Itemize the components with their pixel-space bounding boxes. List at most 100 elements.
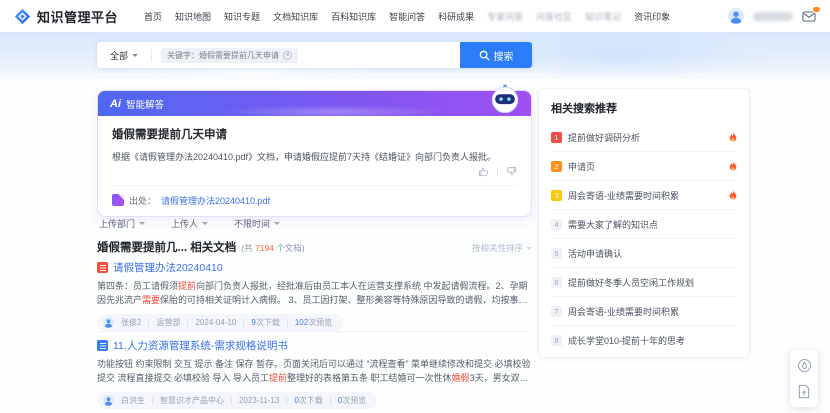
filter-label: 不限时间 [234,217,270,230]
user-avatar[interactable] [728,8,744,24]
nav-doc-library[interactable]: 文档知识库 [273,10,318,23]
ai-card-header: Ai 智能解答 [98,91,531,116]
nav-research-results[interactable]: 科研成果 [438,10,474,23]
filter-time[interactable]: 不限时间 [234,217,280,230]
nav-knowledge-notes[interactable]: 知识笔记 [585,10,621,23]
rank-badge: 1 [551,132,562,143]
sort-select[interactable]: 按相关性排序 [472,242,532,254]
filter-label: 上传部门 [99,217,135,230]
results-title: 婚假需要提前几... 相关文档 [97,239,236,255]
related-search-item[interactable]: 7 周会寄语-业绩需要时间积累 [551,296,737,325]
related-search-item[interactable]: 8 成长学堂010-提前十年的思考 [551,325,737,354]
view-count-label: 次预览 [342,396,366,405]
keyword-tag[interactable]: 关键字：婚假需要提前几天申请 × [161,48,298,63]
snippet-highlight: 需要 [142,295,160,305]
flame-icon [729,161,737,171]
page: 知识管理平台 首页 知识地图 知识专题 文档知识库 百科知识库 智能问答 科研成… [0,0,830,413]
top-bar: 知识管理平台 首页 知识地图 知识专题 文档知识库 百科知识库 智能问答 科研成… [0,0,830,32]
result-snippet: 第四条：员工请假须提前向部门负责人报批，经批准后由员工本人在运营支撑系统 中发起… [97,279,532,307]
thumbs-down-icon[interactable] [506,166,517,177]
rank-badge: 5 [551,248,562,259]
view-count-value: 102 [295,318,308,327]
results-header: 婚假需要提前几... 相关文档 (共 7194 个文档) 按相关性排序 [97,239,532,255]
nav-wiki-library[interactable]: 百科知识库 [331,10,376,23]
related-search-label: 成长学堂010-提前十年的思考 [568,334,737,347]
ai-card-title: 智能解答 [126,97,164,111]
count-value: 7194 [255,243,274,253]
result-meta: 白洪生 智慧识才产品中心 2023-11-13 0次下载 0次预览 [97,392,377,409]
nav-smart-qa[interactable]: 智能问答 [389,10,425,23]
download-count: 0次下载 [294,395,322,406]
notification-badge [812,6,821,13]
nav-expert-qa[interactable]: 专家问答 [487,10,523,23]
related-search-item[interactable]: 2 申请页 [551,151,737,180]
result-title-row: 11.人力资源管理系统-需求规格说明书 [97,338,532,353]
divider [330,397,331,405]
related-search-item[interactable]: 3 周会寄语-业绩需要时间积累 [551,180,737,209]
snippet-text: 第四条：员工请假须 [97,281,178,291]
keyword-tag-label: 关键字：婚假需要提前几天申请 [167,50,279,61]
nav-news-impression[interactable]: 资讯印象 [634,10,670,23]
robot-mascot-icon [489,82,521,119]
author-name: 白洪生 [121,395,145,406]
rank-badge: 2 [551,161,562,172]
rank-badge: 6 [551,277,562,288]
search-icon [479,50,490,61]
related-search-item[interactable]: 1 提前做好调研分析 [551,123,737,151]
ai-question: 婚假需要提前几天申请 [112,126,517,142]
search-scope-select[interactable]: 全部 [97,49,151,62]
filter-row: 上传部门 上传人 不限时间 [99,217,280,230]
ai-badge: Ai [110,98,121,110]
chevron-down-icon [139,222,145,225]
result-title-link[interactable]: 11.人力资源管理系统-需求规格说明书 [113,338,288,353]
related-search-item[interactable]: 4 需要大家了解的知识点 [551,209,737,238]
view-count: 0次预览 [338,395,366,406]
filter-uploader[interactable]: 上传人 [171,217,208,230]
related-search-label: 提前做好调研分析 [568,131,723,144]
related-search-panel: 相关搜索推荐 1 提前做好调研分析 2 申请页 3 周会寄语-业绩需要时间积累 … [538,88,750,358]
result-item: 11.人力资源管理系统-需求规格说明书 功能按钮 约束限制 交互 提示 备注 保… [97,338,532,411]
divider [187,319,188,327]
app-logo[interactable]: 知识管理平台 [14,7,118,26]
search-input[interactable]: 关键字：婚假需要提前几天申请 × [152,42,460,68]
divider [286,397,287,405]
divider [243,319,244,327]
nav-home[interactable]: 首页 [144,10,162,23]
chevron-down-icon [202,222,208,225]
snippet-highlight: 提前 [269,373,287,383]
result-snippet: 功能按钮 约束限制 交互 提示 备注 保存 暂存。页面关闭后可以通过 “流程查看… [97,357,532,385]
nav-knowledge-map[interactable]: 知识地图 [175,10,211,23]
pdf-file-icon [97,262,108,273]
related-search-item[interactable]: 5 活动申请确认 [551,238,737,267]
count-prefix: (共 [241,243,255,253]
messages-button[interactable] [802,10,816,22]
snippet-highlight: 婚假 [452,373,470,383]
filter-label: 上传人 [171,217,198,230]
thumbs-up-icon[interactable] [478,166,489,177]
logo-icon [14,8,31,25]
author-avatar [103,395,114,406]
upload-document-icon[interactable] [797,384,811,399]
sort-label: 按相关性排序 [472,242,523,254]
flame-icon [729,132,737,142]
search-scope-value: 全部 [110,49,128,62]
nav-qa-community[interactable]: 问答社区 [536,10,572,23]
filter-upload-department[interactable]: 上传部门 [99,217,145,230]
related-search-label: 周会寄语-业绩需要时间积累 [568,305,737,318]
source-file-link[interactable]: 请假管理办法20240410.pdf [161,194,270,207]
download-count: 9次下载 [251,317,279,328]
download-count-label: 次下载 [256,318,280,327]
search-band: 全部 关键字：婚假需要提前几天申请 × 搜索 [0,32,830,79]
divider [287,319,288,327]
related-search-item[interactable]: 6 提前做好冬季人员空闲工作规划 [551,267,737,296]
close-icon[interactable]: × [283,51,292,60]
feedback-pen-icon[interactable] [797,358,812,373]
doc-file-icon [97,340,108,351]
chevron-down-icon [132,54,138,57]
source-label: 出处： [129,194,156,207]
nav-knowledge-topics[interactable]: 知识专题 [224,10,260,23]
result-title-link[interactable]: 请假管理办法20240410 [113,260,223,275]
rank-badge: 8 [551,335,562,346]
search-button[interactable]: 搜索 [460,42,532,68]
related-search-label: 提前做好冬季人员空闲工作规划 [568,276,737,289]
